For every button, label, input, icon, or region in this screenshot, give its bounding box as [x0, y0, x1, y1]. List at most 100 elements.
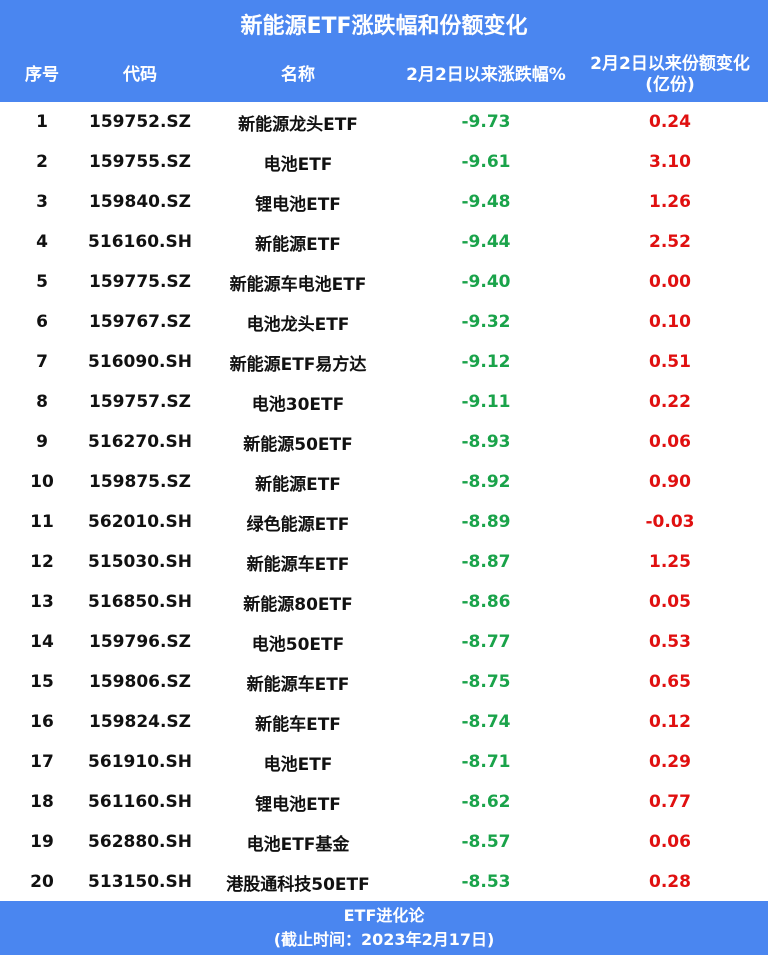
- table-row: 8 159757.SZ 电池30ETF -9.11 0.22: [0, 382, 768, 422]
- table-row: 13 516850.SH 新能源80ETF -8.86 0.05: [0, 582, 768, 622]
- cell-rank: 1: [36, 112, 48, 132]
- cell-change: 0.77: [649, 792, 691, 812]
- table-row: 12 515030.SH 新能源车ETF -8.87 1.25: [0, 542, 768, 582]
- cell-pct: -8.86: [461, 592, 511, 612]
- cell-code: 562880.SH: [88, 832, 192, 852]
- cell-name: 新能源80ETF: [243, 594, 353, 615]
- cell-pct: -9.44: [461, 232, 511, 252]
- table-row: 3 159840.SZ 锂电池ETF -9.48 1.26: [0, 182, 768, 222]
- footer-cutoff: (截止时间：2023年2月17日): [273, 930, 495, 949]
- cell-code: 516850.SH: [88, 592, 192, 612]
- cell-change: 0.53: [649, 632, 691, 652]
- cell-pct: -9.12: [461, 352, 511, 372]
- cell-name: 新能源龙头ETF: [238, 114, 358, 135]
- header-code: 代码: [123, 64, 157, 85]
- cell-change: 0.90: [649, 472, 691, 492]
- page-title: 新能源ETF涨跌幅和份额变化: [0, 0, 768, 48]
- cell-change: 0.29: [649, 752, 691, 772]
- table-body: 1 159752.SZ 新能源龙头ETF -9.73 0.24 2 159755.SZ 电池E…: [0, 102, 768, 902]
- cell-name: 新能源车ETF: [246, 554, 350, 575]
- cell-code: 516160.SH: [88, 232, 192, 252]
- cell-change: -0.03: [645, 512, 695, 532]
- table-row: 14 159796.SZ 电池50ETF -8.77 0.53: [0, 622, 768, 662]
- table-row: 6 159767.SZ 电池龙头ETF -9.32 0.10: [0, 302, 768, 342]
- cell-change: 2.52: [649, 232, 691, 252]
- cell-code: 159796.SZ: [89, 632, 191, 652]
- header-change-line2: (亿份): [645, 75, 695, 95]
- header-change-line1: 2月2日以来份额变化: [590, 54, 750, 74]
- cell-rank: 4: [36, 232, 48, 252]
- cell-rank: 11: [30, 512, 54, 532]
- cell-pct: -8.62: [461, 792, 511, 812]
- table-row: 5 159775.SZ 新能源车电池ETF -9.40 0.00: [0, 262, 768, 302]
- cell-code: 159775.SZ: [89, 272, 191, 292]
- cell-name: 新能源ETF: [255, 234, 341, 255]
- cell-code: 515030.SH: [88, 552, 192, 572]
- cell-rank: 6: [36, 312, 48, 332]
- table-row: 15 159806.SZ 新能源车ETF -8.75 0.65: [0, 662, 768, 702]
- cell-rank: 13: [30, 592, 54, 612]
- cell-pct: -8.53: [461, 872, 511, 892]
- cell-code: 159824.SZ: [89, 712, 191, 732]
- table-row: 11 562010.SH 绿色能源ETF -8.89 -0.03: [0, 502, 768, 542]
- table-row: 1 159752.SZ 新能源龙头ETF -9.73 0.24: [0, 102, 768, 142]
- cell-name: 港股通科技50ETF: [226, 874, 370, 895]
- cell-name: 锂电池ETF: [255, 794, 341, 815]
- header-rank: 序号: [25, 64, 59, 85]
- cell-rank: 15: [30, 672, 54, 692]
- footer: ETF进化论 (截止时间：2023年2月17日): [0, 901, 768, 955]
- cell-code: 516090.SH: [88, 352, 192, 372]
- cell-pct: -8.89: [461, 512, 511, 532]
- cell-rank: 12: [30, 552, 54, 572]
- footer-source: ETF进化论: [343, 906, 425, 925]
- cell-rank: 5: [36, 272, 48, 292]
- cell-code: 561160.SH: [88, 792, 192, 812]
- cell-name: 新能源50ETF: [243, 434, 353, 455]
- table-row: 2 159755.SZ 电池ETF -9.61 3.10: [0, 142, 768, 182]
- cell-change: 0.65: [649, 672, 691, 692]
- cell-pct: -9.61: [461, 152, 511, 172]
- cell-change: 1.26: [649, 192, 691, 212]
- cell-pct: -9.40: [461, 272, 511, 292]
- cell-rank: 2: [36, 152, 48, 172]
- cell-name: 新能源ETF: [255, 474, 341, 495]
- cell-code: 516270.SH: [88, 432, 192, 452]
- header-pct: 2月2日以来涨跌幅%: [406, 64, 566, 85]
- cell-rank: 7: [36, 352, 48, 372]
- table-row: 7 516090.SH 新能源ETF易方达 -9.12 0.51: [0, 342, 768, 382]
- cell-name: 电池50ETF: [251, 634, 345, 655]
- cell-pct: -8.71: [461, 752, 511, 772]
- cell-rank: 16: [30, 712, 54, 732]
- cell-pct: -9.73: [461, 112, 511, 132]
- table-row: 16 159824.SZ 新能车ETF -8.74 0.12: [0, 702, 768, 742]
- cell-code: 159755.SZ: [89, 152, 191, 172]
- table-header: 序号 代码 名称 2月2日以来涨跌幅% 2月2日以来份额变化 (亿份): [0, 48, 768, 102]
- cell-name: 电池ETF: [263, 154, 333, 175]
- cell-code: 561910.SH: [88, 752, 192, 772]
- cell-code: 159767.SZ: [89, 312, 191, 332]
- cell-rank: 14: [30, 632, 54, 652]
- cell-change: 0.28: [649, 872, 691, 892]
- cell-change: 0.12: [649, 712, 691, 732]
- cell-code: 562010.SH: [88, 512, 192, 532]
- cell-code: 159840.SZ: [89, 192, 191, 212]
- cell-change: 0.10: [649, 312, 691, 332]
- cell-name: 新能源ETF易方达: [229, 354, 367, 375]
- cell-change: 0.06: [649, 432, 691, 452]
- cell-change: 1.25: [649, 552, 691, 572]
- cell-change: 0.00: [649, 272, 691, 292]
- cell-name: 绿色能源ETF: [246, 514, 350, 535]
- cell-pct: -8.77: [461, 632, 511, 652]
- table-row: 17 561910.SH 电池ETF -8.71 0.29: [0, 742, 768, 782]
- cell-pct: -8.92: [461, 472, 511, 492]
- cell-pct: -9.32: [461, 312, 511, 332]
- cell-name: 新能车ETF: [255, 714, 341, 735]
- cell-pct: -8.87: [461, 552, 511, 572]
- cell-name: 电池30ETF: [251, 394, 345, 415]
- table-row: 10 159875.SZ 新能源ETF -8.92 0.90: [0, 462, 768, 502]
- etf-table-page: 新能源ETF涨跌幅和份额变化 序号 代码 名称 2月2日以来涨跌幅% 2月2日以…: [0, 0, 768, 955]
- cell-name: 电池ETF: [263, 754, 333, 775]
- cell-code: 159752.SZ: [89, 112, 191, 132]
- cell-rank: 9: [36, 432, 48, 452]
- cell-rank: 18: [30, 792, 54, 812]
